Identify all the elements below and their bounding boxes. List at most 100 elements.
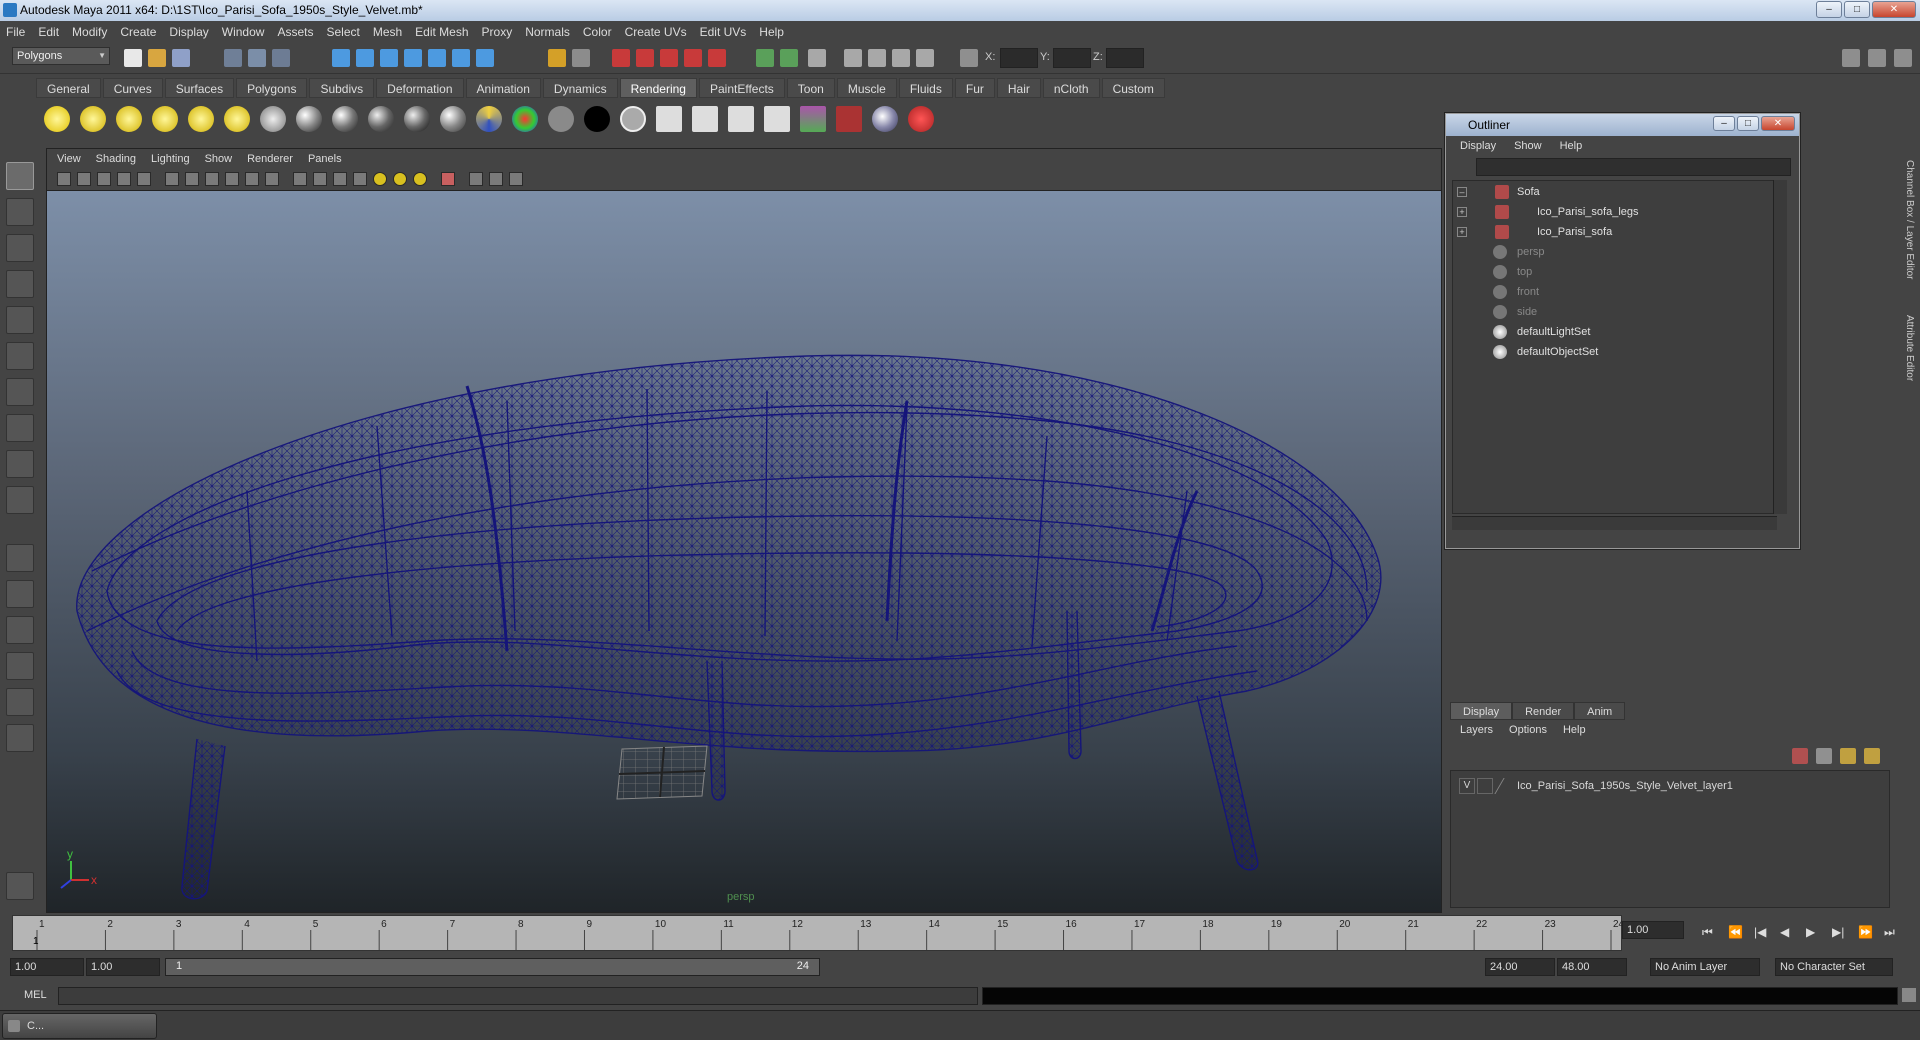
render-icon-2[interactable]: [692, 106, 718, 132]
shelf-tab-rendering[interactable]: Rendering: [619, 78, 697, 98]
help-line-icon[interactable]: [476, 49, 494, 67]
viewport-menu-show[interactable]: Show: [205, 153, 233, 165]
outliner-item-persp[interactable]: persp: [1453, 243, 1776, 261]
go-to-start-icon[interactable]: ⏮: [1702, 925, 1713, 940]
shelf-tab-fur[interactable]: Fur: [954, 78, 995, 98]
image-plane-icon[interactable]: [117, 172, 131, 186]
select-hierarchy-icon[interactable]: [224, 49, 242, 67]
shelf-tab-subdivs[interactable]: Subdivs: [309, 78, 375, 98]
safe-title-icon[interactable]: [265, 172, 279, 186]
paint-select-tool-icon[interactable]: [6, 234, 34, 262]
shelf-tab-muscle[interactable]: Muscle: [836, 78, 897, 98]
hypershade-persp-layout-icon[interactable]: [6, 688, 34, 716]
select-camera-icon[interactable]: [57, 172, 71, 186]
viewport-menu-panels[interactable]: Panels: [308, 153, 342, 165]
point-light-icon[interactable]: [116, 106, 142, 132]
rotate-tool-icon[interactable]: [6, 306, 34, 334]
lock-icon[interactable]: [548, 49, 566, 67]
menu-color[interactable]: Color: [583, 25, 612, 39]
hypershade-shelf-icon[interactable]: [872, 106, 898, 132]
wireframe-icon[interactable]: [293, 172, 307, 186]
xray-joints-icon[interactable]: [489, 172, 503, 186]
play-forwards-icon[interactable]: ▶: [1806, 925, 1815, 939]
outliner-menu-show[interactable]: Show: [1514, 140, 1542, 152]
phong-e-icon[interactable]: [404, 106, 430, 132]
render-icon-5[interactable]: [800, 106, 826, 132]
render-icon-1[interactable]: [656, 106, 682, 132]
menu-proxy[interactable]: Proxy: [482, 25, 513, 39]
menu-create[interactable]: Create: [120, 25, 156, 39]
render-layer-icon[interactable]: [260, 106, 286, 132]
shelf-tab-painteffects[interactable]: PaintEffects: [698, 78, 785, 98]
new-scene-icon[interactable]: [124, 49, 142, 67]
outliner-item-side[interactable]: side: [1453, 303, 1776, 321]
select-mode-icon[interactable]: [572, 49, 590, 67]
shelf-tab-custom[interactable]: Custom: [1101, 78, 1165, 98]
make-live-icon[interactable]: [428, 49, 446, 67]
command-input[interactable]: [58, 987, 978, 1005]
y-input[interactable]: [1053, 48, 1091, 68]
ipr-render-icon[interactable]: [636, 49, 654, 67]
open-scene-icon[interactable]: [148, 49, 166, 67]
attribute-icon[interactable]: [892, 49, 910, 67]
layer-color-swatch[interactable]: [1494, 778, 1520, 794]
input-line-icon[interactable]: [756, 49, 774, 67]
outliner-persp-layout-icon[interactable]: [6, 616, 34, 644]
render-settings-icon[interactable]: [660, 49, 678, 67]
shadows-icon[interactable]: [413, 172, 427, 186]
field-chart-icon[interactable]: [225, 172, 239, 186]
gate-mask-icon[interactable]: [205, 172, 219, 186]
step-forward-key-icon[interactable]: ⏩: [1858, 925, 1873, 939]
new-layer-icon[interactable]: [1840, 748, 1856, 764]
viewport-menu-shading[interactable]: Shading: [96, 153, 136, 165]
outliner-item-top[interactable]: top: [1453, 263, 1776, 281]
menu-normals[interactable]: Normals: [525, 25, 570, 39]
shelf-tab-animation[interactable]: Animation: [465, 78, 541, 98]
select-component-icon[interactable]: [272, 49, 290, 67]
ambient-light-icon[interactable]: [44, 106, 70, 132]
bookmark-icon[interactable]: [97, 172, 111, 186]
snap-grid-icon[interactable]: [332, 49, 350, 67]
scale-tool-icon[interactable]: [6, 342, 34, 370]
snap-plane-icon[interactable]: [404, 49, 422, 67]
step-back-key-icon[interactable]: ⏪: [1728, 925, 1743, 939]
phong-icon[interactable]: [368, 106, 394, 132]
tab-display[interactable]: Display: [1450, 702, 1513, 720]
shelf-tab-polygons[interactable]: Polygons: [236, 78, 308, 98]
new-layer-from-selection-icon[interactable]: [1864, 748, 1880, 764]
shelf-tab-curves[interactable]: Curves: [102, 78, 163, 98]
safe-action-icon[interactable]: [245, 172, 259, 186]
close-button[interactable]: ✕: [1872, 1, 1916, 18]
attribute-editor-side-tab[interactable]: Attribute Editor: [1904, 315, 1915, 381]
menu-help[interactable]: Help: [759, 25, 784, 39]
shelf-tab-dynamics[interactable]: Dynamics: [542, 78, 618, 98]
layer-menu-options[interactable]: Options: [1509, 724, 1547, 736]
perspective-viewport[interactable]: View Shading Lighting Show Renderer Pane…: [46, 148, 1442, 913]
outliner-item-default-light-set[interactable]: defaultLightSet: [1453, 323, 1776, 341]
last-tool-icon[interactable]: [6, 486, 34, 514]
render-icon-4[interactable]: [764, 106, 790, 132]
share-icon[interactable]: [509, 172, 523, 186]
quick-layout-icon[interactable]: [6, 872, 34, 900]
z-input[interactable]: [1106, 48, 1144, 68]
outliner-filter-input[interactable]: [1476, 158, 1791, 176]
snap-curve-icon[interactable]: [356, 49, 374, 67]
minimize-button[interactable]: –: [1816, 1, 1842, 18]
menu-edit-uvs[interactable]: Edit UVs: [700, 25, 747, 39]
range-slider[interactable]: 1 24: [165, 958, 820, 976]
render-icon-3[interactable]: [728, 106, 754, 132]
save-scene-icon[interactable]: [172, 49, 190, 67]
layer-stack-icon[interactable]: [1816, 748, 1832, 764]
directional-light-icon[interactable]: [80, 106, 106, 132]
outliner-horizontal-scrollbar[interactable]: [1452, 516, 1777, 530]
outliner-maximize-button[interactable]: □: [1737, 116, 1759, 131]
outliner-menu-display[interactable]: Display: [1460, 140, 1496, 152]
outliner-item-sofa-legs[interactable]: + Ico_Parisi_sofa_legs: [1453, 203, 1776, 221]
minimized-window-button[interactable]: C...: [2, 1013, 157, 1039]
paint-texture-icon[interactable]: [908, 106, 934, 132]
manipulator-tool-icon[interactable]: [6, 378, 34, 406]
tab-render[interactable]: Render: [1512, 702, 1575, 720]
use-background-icon[interactable]: [584, 106, 610, 132]
input-ops-icon[interactable]: [780, 49, 798, 67]
anisotropic-icon[interactable]: [440, 106, 466, 132]
